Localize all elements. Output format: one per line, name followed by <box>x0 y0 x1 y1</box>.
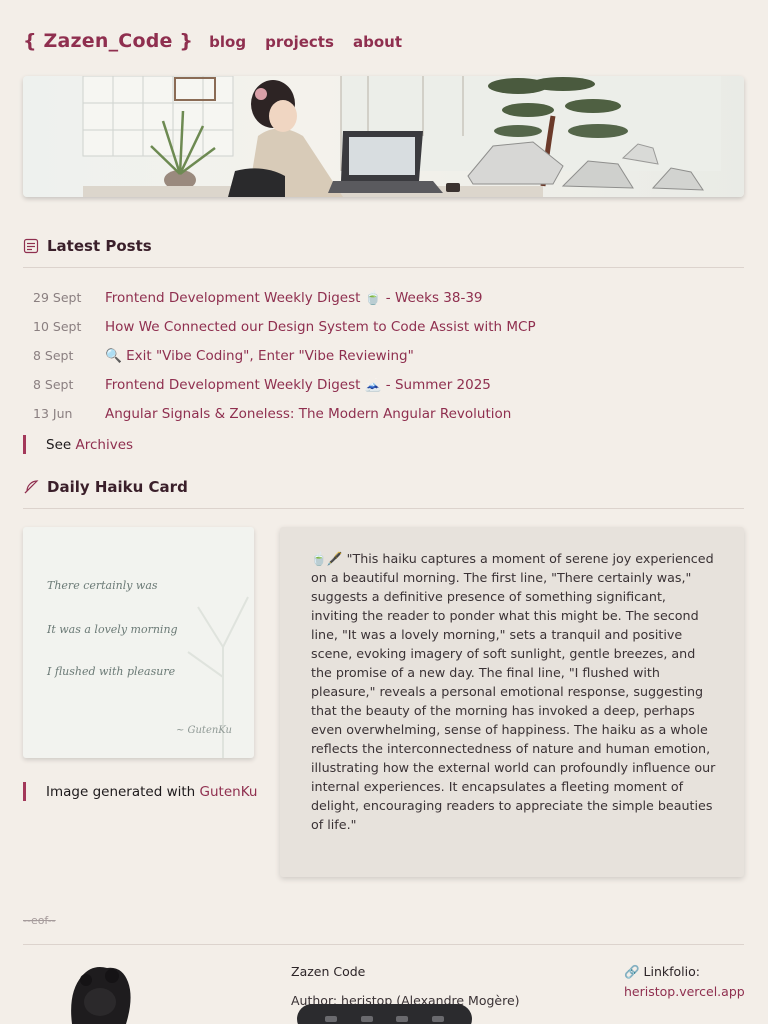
main-nav: blog projects about <box>209 32 416 51</box>
haiku-heading: Daily Haiku Card <box>23 478 188 496</box>
haiku-line: I flushed with pleasure <box>47 665 176 678</box>
haiku-explanation: 🍵🖋️ "This haiku captures a moment of ser… <box>280 527 744 877</box>
divider <box>23 508 744 509</box>
tree-watermark <box>187 596 249 758</box>
document-icon <box>23 238 39 254</box>
post-link[interactable]: Frontend Development Weekly Digest 🗻 - S… <box>105 377 491 393</box>
post-date: 29 Sept <box>33 290 82 305</box>
archives-note: See Archives <box>23 435 133 454</box>
toolbar-icon[interactable] <box>360 1016 373 1022</box>
list-item: 10 Sept How We Connected our Design Syst… <box>33 312 733 341</box>
toolbar-icon[interactable] <box>396 1016 409 1022</box>
floating-toolbar[interactable] <box>297 1004 472 1024</box>
banner-image <box>82 76 721 197</box>
haiku-card-image: There certainly was It was a lovely morn… <box>23 527 254 758</box>
post-date: 13 Jun <box>33 406 73 421</box>
banner-illustration <box>23 76 744 197</box>
archives-link[interactable]: Archives <box>75 437 133 453</box>
haiku-signature: ~ GutenKu <box>175 725 232 736</box>
nav-about[interactable]: about <box>353 33 402 51</box>
avatar <box>71 967 131 1024</box>
toolbar-icon[interactable] <box>324 1016 337 1022</box>
post-date: 8 Sept <box>33 348 74 363</box>
post-list: 29 Sept Frontend Development Weekly Dige… <box>33 283 733 428</box>
nav-projects[interactable]: projects <box>265 33 334 51</box>
toolbar-icon[interactable] <box>432 1016 445 1022</box>
divider <box>23 944 744 945</box>
site-logo[interactable]: { Zazen_Code } <box>23 30 193 52</box>
haiku-line: It was a lovely morning <box>47 623 178 636</box>
list-item: 29 Sept Frontend Development Weekly Dige… <box>33 283 733 312</box>
list-item: 13 Jun Angular Signals & Zoneless: The M… <box>33 399 733 428</box>
credit-prefix: Image generated with <box>46 783 196 800</box>
latest-posts-title: Latest Posts <box>47 237 152 255</box>
linkfolio-label: 🔗 Linkfolio: <box>624 964 700 979</box>
eof-marker: --eof-- <box>23 914 56 927</box>
post-link[interactable]: How We Connected our Design System to Co… <box>105 319 536 335</box>
haiku-explanation-text: 🍵🖋️ "This haiku captures a moment of ser… <box>311 551 716 832</box>
site-header: { Zazen_Code } blog projects about <box>23 30 416 52</box>
nav-blog[interactable]: blog <box>209 33 246 51</box>
post-date: 8 Sept <box>33 377 74 392</box>
divider <box>23 267 744 268</box>
footer-site-name: Zazen Code <box>291 964 366 979</box>
haiku-credit: Image generated with GutenKu <box>23 782 257 801</box>
post-link[interactable]: Frontend Development Weekly Digest 🍵 - W… <box>105 290 483 306</box>
list-item: 8 Sept 🔍 Exit "Vibe Coding", Enter "Vibe… <box>33 341 733 370</box>
list-item: 8 Sept Frontend Development Weekly Diges… <box>33 370 733 399</box>
latest-posts-heading: Latest Posts <box>23 237 152 255</box>
post-link[interactable]: 🔍 Exit "Vibe Coding", Enter "Vibe Review… <box>105 348 414 364</box>
linkfolio-link[interactable]: heristop.vercel.app <box>624 984 745 999</box>
post-date: 10 Sept <box>33 319 82 334</box>
feather-icon <box>24 480 39 494</box>
gutenku-link[interactable]: GutenKu <box>200 784 258 800</box>
haiku-title: Daily Haiku Card <box>47 478 188 496</box>
haiku-line: There certainly was <box>47 579 158 592</box>
archives-prefix: See <box>46 436 72 453</box>
post-link[interactable]: Angular Signals & Zoneless: The Modern A… <box>105 406 511 422</box>
